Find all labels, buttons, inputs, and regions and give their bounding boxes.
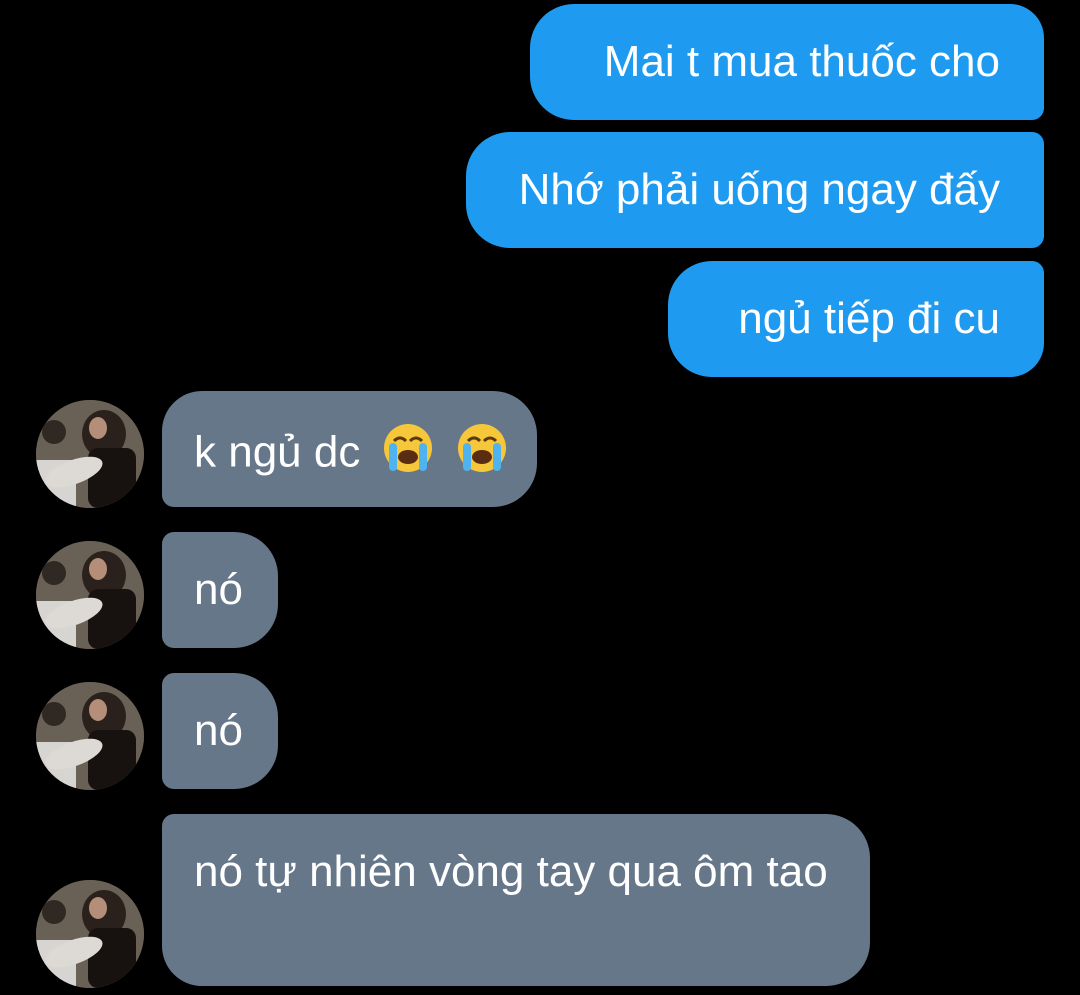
sent-message[interactable]: ngủ tiếp đi cu	[668, 261, 1044, 377]
message-text: nó tự nhiên vòng tay qua ôm tao	[194, 847, 828, 896]
avatar[interactable]	[36, 541, 144, 649]
loudly-crying-face-icon	[455, 421, 509, 489]
avatar[interactable]	[36, 400, 144, 508]
message-text: Nhớ phải uống ngay đấy	[518, 165, 1000, 214]
avatar[interactable]	[36, 880, 144, 988]
message-text: Mai t mua thuốc cho	[603, 37, 1000, 86]
avatar[interactable]	[36, 682, 144, 790]
message-text: ngủ tiếp đi cu	[738, 294, 1000, 343]
message-text: k ngủ dc	[194, 427, 361, 477]
received-message[interactable]: k ngủ dc	[162, 391, 537, 507]
sent-message[interactable]: Nhớ phải uống ngay đấy	[466, 132, 1044, 248]
sent-message[interactable]: Mai t mua thuốc cho	[530, 4, 1044, 120]
loudly-crying-face-icon	[381, 421, 435, 489]
received-message[interactable]: nó	[162, 673, 278, 789]
message-text: nó	[194, 706, 243, 755]
received-message[interactable]: nó tự nhiên vòng tay qua ôm tao	[162, 814, 870, 986]
chat-thread: Mai t mua thuốc cho Nhớ phải uống ngay đ…	[0, 0, 1080, 995]
message-text: nó	[194, 565, 243, 614]
received-message[interactable]: nó	[162, 532, 278, 648]
